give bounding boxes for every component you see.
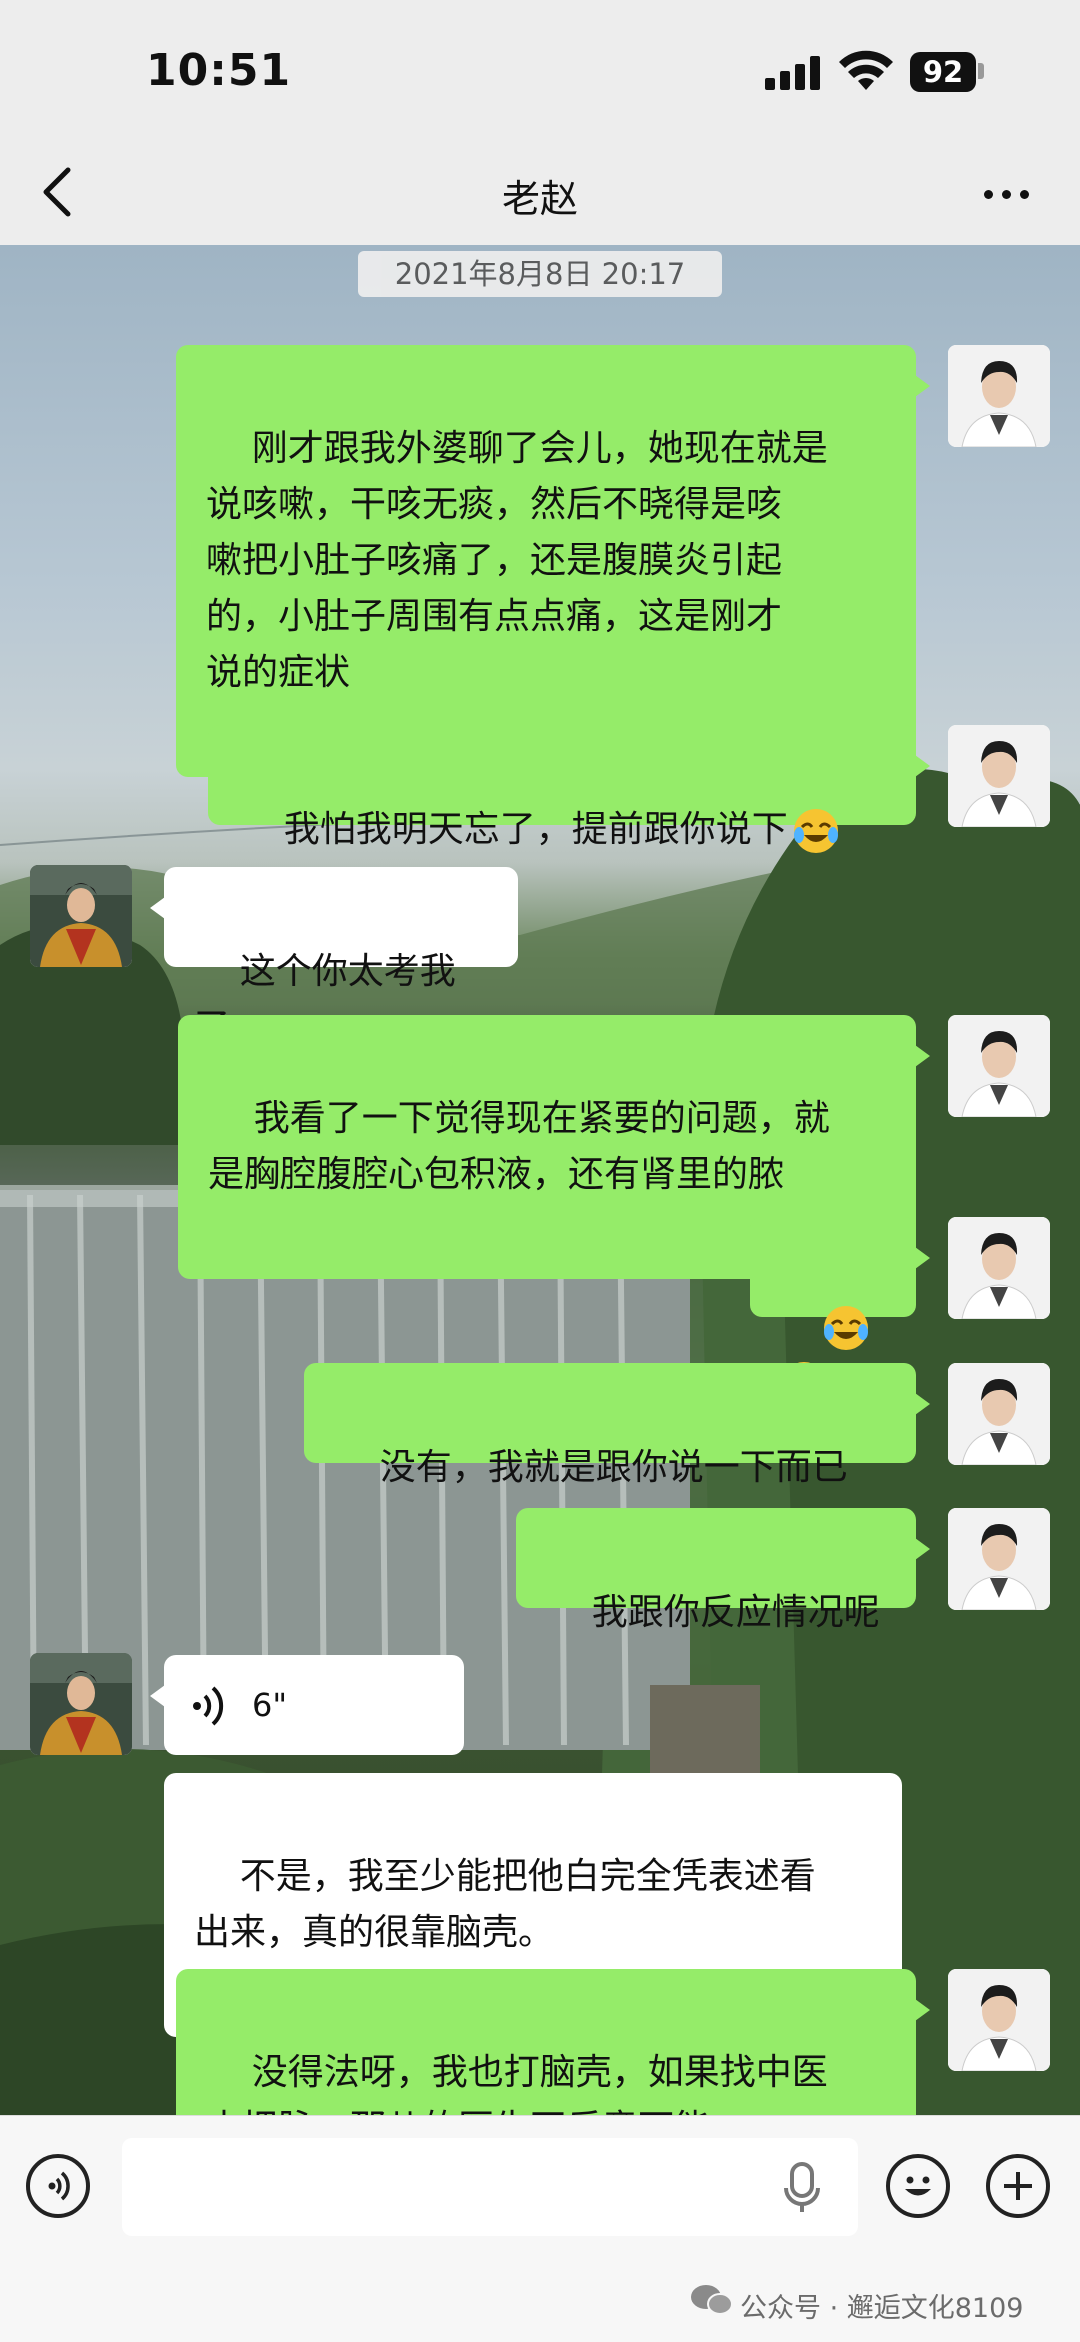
- wifi-icon: [839, 50, 893, 90]
- emoji-button[interactable]: [886, 2154, 950, 2218]
- user-avatar[interactable]: [948, 1363, 1050, 1465]
- status-bar: 10:51 92: [0, 0, 1080, 140]
- user-avatar[interactable]: [948, 1217, 1050, 1319]
- message-text: 我怕我明天忘了，提前跟你说下: [283, 809, 788, 850]
- message-input-bar: 公众号 · 邂逅文化8109: [0, 2115, 1080, 2342]
- watermark-text: 公众号 · 邂逅文化8109: [740, 2293, 1024, 2324]
- user-avatar[interactable]: [948, 1015, 1050, 1117]
- microphone-icon[interactable]: [780, 2160, 824, 2216]
- message-timestamp: 2021年8月8日 20:17: [358, 251, 722, 297]
- message-text: 没得法呀，我也打脑壳，如果找中医 去把脉，那儿的医生不乐意可能: [206, 2052, 828, 2115]
- person-avatar-icon: [948, 1015, 1050, 1117]
- person-avatar-icon: [948, 1363, 1050, 1465]
- voice-input-toggle-button[interactable]: [26, 2154, 90, 2218]
- message-bubble-sent-emoji[interactable]: [750, 1217, 930, 1406]
- costumed-person-avatar-icon: [30, 865, 132, 967]
- user-avatar[interactable]: [948, 1508, 1050, 1610]
- status-time: 10:51: [146, 45, 292, 96]
- battery-cap: [978, 63, 984, 79]
- person-avatar-icon: [948, 725, 1050, 827]
- message-bubble-sent[interactable]: 刚才跟我外婆聊了会儿，她现在就是 说咳嗽，干咳无痰，然后不晓得是咳 嗽把小肚子咳…: [176, 345, 930, 777]
- contact-avatar[interactable]: [30, 1653, 132, 1755]
- more-options-icon[interactable]: [984, 190, 1034, 200]
- chat-title: 老赵: [501, 177, 578, 221]
- user-avatar[interactable]: [948, 1969, 1050, 2071]
- message-bubble-sent[interactable]: 没有，我就是跟你说一下而已: [304, 1363, 930, 1488]
- person-avatar-icon: [948, 1217, 1050, 1319]
- person-avatar-icon: [948, 345, 1050, 447]
- more-functions-button[interactable]: [986, 2154, 1050, 2218]
- voice-message-bubble[interactable]: 6": [150, 1655, 464, 1755]
- smiley-face-icon: [905, 2176, 931, 2196]
- wechat-logo-icon: [691, 2285, 733, 2315]
- message-text: 我跟你反应情况呢: [591, 1592, 880, 1633]
- contact-avatar[interactable]: [30, 865, 132, 967]
- cellular-signal-icon: [765, 56, 825, 90]
- message-bubble-received[interactable]: 这个你太考我了: [150, 867, 518, 1048]
- message-bubble-sent[interactable]: 我怕我明天忘了，提前跟你说下: [208, 725, 930, 853]
- message-text-input[interactable]: [122, 2138, 858, 2236]
- message-text: 刚才跟我外婆聊了会儿，她现在就是 说咳嗽，干咳无痰，然后不晓得是咳 嗽把小肚子咳…: [206, 428, 828, 693]
- user-avatar[interactable]: [948, 345, 1050, 447]
- message-text: 我看了一下觉得现在紧要的问题，就 是胸腔腹腔心包积液，还有肾里的脓: [208, 1098, 830, 1195]
- costumed-person-avatar-icon: [30, 1653, 132, 1755]
- voice-wave-icon: [193, 1686, 224, 1726]
- voice-duration: 6": [252, 1686, 288, 1724]
- message-text: 没有，我就是跟你说一下而已: [379, 1447, 848, 1488]
- message-bubble-sent[interactable]: 没得法呀，我也打脑壳，如果找中医 去把脉，那儿的医生不乐意可能: [176, 1969, 930, 2115]
- message-text: 不是，我至少能把他白完全凭表述看 出来，真的很靠脑壳。: [194, 1856, 816, 1953]
- battery-indicator: 92: [910, 52, 976, 92]
- user-avatar[interactable]: [948, 725, 1050, 827]
- crying-laughing-emoji-icon: [793, 809, 838, 853]
- person-avatar-icon: [948, 1508, 1050, 1610]
- person-avatar-icon: [948, 1969, 1050, 2071]
- chat-header: 老赵: [0, 140, 1080, 245]
- crying-laughing-emoji-icon: [823, 1306, 868, 1350]
- chat-background[interactable]: 2021年8月8日 20:17 刚才跟我外婆聊了会儿，她现在就是 说咳嗽，干咳无…: [0, 245, 1080, 2115]
- message-bubble-sent[interactable]: 我跟你反应情况呢: [516, 1508, 930, 1633]
- plus-icon: [1004, 2172, 1032, 2200]
- voice-wave-icon: [48, 2171, 70, 2201]
